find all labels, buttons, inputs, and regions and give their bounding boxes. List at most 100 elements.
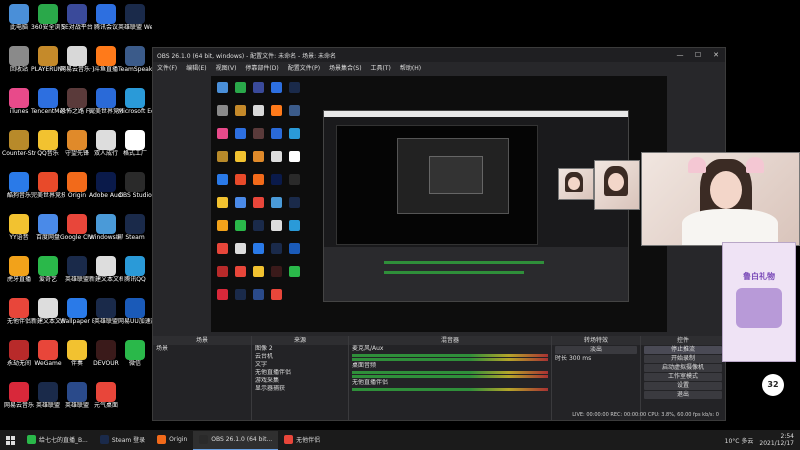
menu-item[interactable]: 编辑(E) [186, 63, 206, 72]
desktop-icon-label: 腾讯QQ [124, 276, 146, 283]
preview-icon [289, 151, 300, 162]
preview-icon [253, 82, 264, 93]
desktop-icon-label: 格式工厂 [122, 150, 147, 157]
mixer-track-name: 麦克风/Aux [352, 345, 384, 352]
desktop-icon[interactable]: 腾讯QQ [118, 256, 152, 283]
desktop-icon[interactable]: Steam [118, 214, 152, 241]
menu-item[interactable]: 场景集合(S) [329, 63, 362, 72]
app-icon [96, 46, 116, 66]
menu-item[interactable]: 帮助(H) [400, 63, 421, 72]
preview-icon [271, 266, 282, 277]
desktop-icon-label: 英雄联盟 WeGame版 [118, 24, 152, 31]
app-icon [96, 214, 116, 234]
desktop-icon[interactable]: OBS Studio [118, 172, 152, 199]
close-icon[interactable]: ✕ [707, 48, 725, 62]
app-icon [38, 382, 58, 402]
taskbar-apps: 给七七的直播_B... Steam 登录 Origin OBS 26.1.0 (64 … [21, 430, 326, 450]
obs-menubar: 文件(F) 编辑(E) 视图(V) 停靠部件(D) 配置文件(P) 场景集合(S) 工具(T… [153, 62, 725, 73]
desktop-icon[interactable]: Microsoft Edge [118, 88, 152, 115]
desktop-icon[interactable]: 英雄联盟 WeGame版 [118, 4, 152, 31]
taskbar-app-button[interactable]: 给七七的直播_B... [21, 431, 94, 449]
webcam-overlay [594, 160, 640, 210]
app-icon [67, 382, 87, 402]
mixer-dock: 混音器 麦克风/Aux 桌面音频 无他直播伴侣 [349, 336, 552, 420]
virtual-camera-button[interactable]: 启动虚拟摄像机 [644, 364, 722, 372]
preview-icon [235, 105, 246, 116]
source-item[interactable]: 游戏采集 [252, 377, 348, 385]
taskbar-app-button[interactable]: Origin [151, 431, 193, 449]
menu-item[interactable]: 配置文件(P) [288, 63, 320, 72]
desktop-icon[interactable]: 元气桌面 [89, 382, 123, 409]
preview-icon [217, 105, 228, 116]
sources-dock-title: 来源 [252, 336, 348, 345]
maximize-icon[interactable]: ☐ [689, 48, 707, 62]
mixer-track-name: 桌面音频 [352, 362, 377, 369]
preview-icon [289, 220, 300, 231]
menu-item[interactable]: 工具(T) [371, 63, 391, 72]
scene-item[interactable]: 场景 [153, 345, 251, 353]
preview-icon [271, 243, 282, 254]
exit-button[interactable]: 退出 [644, 391, 722, 399]
start-button[interactable] [0, 431, 21, 449]
preview-icon [217, 243, 228, 254]
app-icon [67, 298, 87, 318]
minimize-icon[interactable]: — [671, 48, 689, 62]
clock-date: 2021/12/17 [759, 440, 794, 447]
taskbar-app-button[interactable]: OBS 26.1.0 (64 bit... [193, 430, 279, 450]
desktop-icon[interactable]: 网易UU加速器 [118, 298, 152, 325]
obs-titlebar: OBS 26.1.0 (64 bit, windows) - 配置文件: 未命名… [153, 48, 725, 62]
preview-icon [253, 151, 264, 162]
preview-icon [271, 197, 282, 208]
webcam-main [641, 152, 800, 246]
app-icon [9, 256, 29, 276]
taskbar-app-button[interactable]: Steam 登录 [94, 431, 151, 449]
app-icon [199, 435, 209, 444]
taskbar-app-label: 无他伴侣 [296, 437, 321, 444]
app-icon [125, 88, 145, 108]
studio-mode-button[interactable]: 工作室模式 [644, 373, 722, 381]
menu-item[interactable]: 视图(V) [216, 63, 237, 72]
transition-select[interactable]: 淡出 [555, 346, 637, 354]
desktop-icon[interactable]: TeamSpeak 3 [118, 46, 152, 73]
duration-input[interactable]: 300 ms [569, 355, 591, 362]
app-icon [9, 382, 29, 402]
app-icon [9, 172, 29, 192]
app-icon [284, 435, 294, 444]
duration-label: 时长 [555, 355, 568, 362]
preview-icon [235, 289, 246, 300]
start-recording-button[interactable]: 开始录制 [644, 355, 722, 363]
mixer-dock-title: 混音器 [349, 336, 551, 345]
preview-icon [271, 128, 282, 139]
preview-icon [289, 197, 300, 208]
preview-icon [217, 197, 228, 208]
settings-button[interactable]: 设置 [644, 382, 722, 390]
preview-icon [289, 174, 300, 185]
source-item[interactable]: 无他直播伴侣 [252, 369, 348, 377]
volume-meter [352, 388, 548, 391]
app-icon [38, 172, 58, 192]
gift-panel-title: 鲁白礼物 [743, 272, 775, 281]
source-item[interactable]: 云台机 [252, 353, 348, 361]
menu-item[interactable]: 文件(F) [157, 63, 177, 72]
desktop-icon-label: Microsoft Edge [118, 108, 152, 115]
menu-item[interactable]: 停靠部件(D) [245, 63, 278, 72]
source-item[interactable]: 图像 2 [252, 345, 348, 353]
taskbar-app-button[interactable]: 无他伴侣 [278, 431, 326, 449]
stop-stream-button[interactable]: 停止推流 [644, 346, 722, 354]
app-icon [67, 172, 87, 192]
taskbar-app-label: Origin [169, 436, 188, 443]
preview-icon [253, 128, 264, 139]
desktop-icon-label: OBS Studio [118, 192, 152, 199]
obs-window: OBS 26.1.0 (64 bit, windows) - 配置文件: 未命名… [152, 47, 726, 421]
preview-icon [253, 243, 264, 254]
app-icon [38, 130, 58, 150]
app-icon [38, 256, 58, 276]
source-item[interactable]: 显示器捕获 [252, 385, 348, 393]
desktop-icon[interactable]: 格式工厂 [118, 130, 152, 157]
source-item[interactable]: 文字 [252, 361, 348, 369]
app-icon [9, 46, 29, 66]
preview-icon [271, 82, 282, 93]
viewer-count-badge: 32 [762, 374, 784, 396]
app-icon [99, 435, 109, 444]
desktop-icon[interactable]: 微信 [118, 340, 152, 367]
